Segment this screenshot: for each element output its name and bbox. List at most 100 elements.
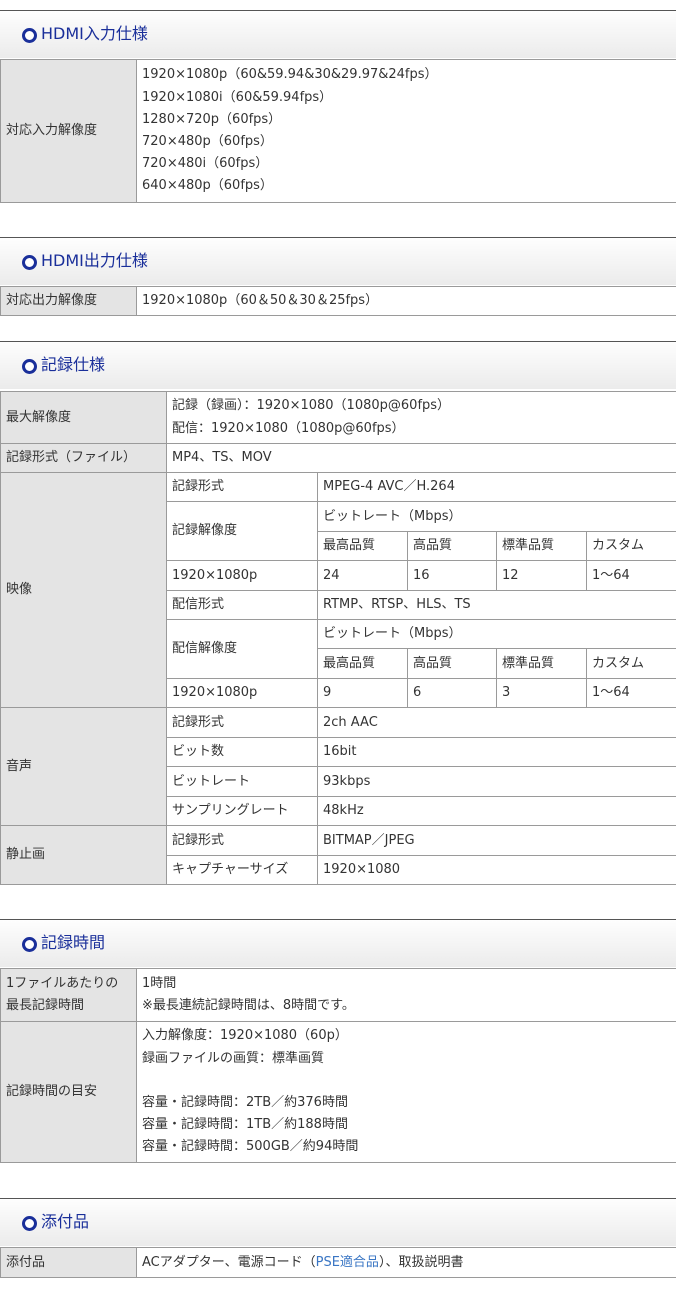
group-label-still: 静止画 — [0, 825, 167, 885]
accessories-text: ）、取扱説明書 — [378, 1254, 464, 1270]
bitrate-cell: 3 — [496, 678, 587, 708]
row-value: 1920×1080p（60&59.94&30&29.97&24fps） 1920… — [136, 59, 676, 203]
section-header-accessories: 添付品 — [0, 1198, 676, 1246]
group-label-video: 映像 — [0, 472, 167, 708]
sub-label: 配信解像度 — [166, 619, 318, 679]
max-res-line: 記録（録画）：1920×1080（1080p@60fps） — [172, 398, 451, 414]
value-line: 容量・記録時間：2TB／約376時間 — [142, 1094, 348, 1110]
row-value: 入力解像度：1920×1080（60p） 録画ファイルの画質：標準画質 容量・記… — [136, 1021, 676, 1163]
sub-value: 48kHz — [316, 796, 676, 826]
sub-label: ビット数 — [166, 737, 318, 767]
row-label: 最大解像度 — [0, 391, 167, 444]
row-value: 1920×1080p（60＆50＆30＆25fps） — [136, 286, 676, 316]
bitrate-cell: 1〜64 — [585, 678, 676, 708]
sub-value: BITMAP／JPEG — [316, 825, 676, 856]
sub-value: RTMP、RTSP、HLS、TS — [316, 590, 676, 620]
bitrate-cell: 16 — [407, 560, 497, 591]
row-label: 対応入力解像度 — [0, 59, 137, 203]
sub-label: 記録解像度 — [166, 501, 318, 561]
row-label: 1ファイルあたりの 最長記録時間 — [0, 968, 137, 1022]
table-row: 音声 記録形式 2ch AAC — [0, 707, 676, 826]
quality-header: 高品質 — [407, 648, 497, 679]
bitrate-header: ビットレート（Mbps） — [316, 501, 676, 532]
table-row: 対応出力解像度 1920×1080p（60＆50＆30＆25fps） — [0, 286, 676, 316]
resolution-cell: 1920×1080p — [166, 560, 318, 591]
row-value: 1時間 ※最長連続記録時間は、8時間です。 — [136, 968, 676, 1022]
sub-value: 1920×1080 — [316, 855, 676, 885]
table-row: 映像 記録形式 MPEG-4 AVC／H.264 — [0, 472, 676, 708]
section-header-recording-time: 記録時間 — [0, 919, 676, 967]
accessories-table: 添付品 ACアダプター、電源コード（PSE適合品）、取扱説明書 — [0, 1247, 676, 1278]
bitrate-cell: 1〜64 — [585, 560, 676, 591]
hdmi-output-table: 対応出力解像度 1920×1080p（60＆50＆30＆25fps） — [0, 286, 676, 316]
section-title: HDMI出力仕様 — [41, 251, 148, 270]
row-value: MP4、TS、MOV — [165, 443, 676, 473]
bitrate-header: ビットレート（Mbps） — [316, 619, 676, 649]
table-row: 記録形式（ファイル） MP4、TS、MOV — [0, 443, 676, 473]
resolution-item: 1920×1080i（60&59.94fps） — [142, 89, 333, 105]
recording-spec-table: 最大解像度 記録（録画）：1920×1080（1080p@60fps） 配信：1… — [0, 391, 676, 885]
sub-value: 16bit — [316, 737, 676, 767]
row-label: 対応出力解像度 — [0, 286, 137, 316]
bitrate-cell: 24 — [317, 560, 408, 591]
quality-header: 高品質 — [407, 531, 497, 561]
section-title: 添付品 — [41, 1212, 90, 1231]
sub-value: MPEG-4 AVC／H.264 — [316, 472, 676, 502]
sub-label: 記録形式 — [166, 707, 318, 738]
value-line: ※最長連続記録時間は、8時間です。 — [142, 998, 355, 1013]
sub-value: 2ch AAC — [316, 707, 676, 738]
quality-header: 標準品質 — [496, 648, 587, 679]
sub-label: 記録形式 — [166, 472, 318, 502]
hdmi-input-table: 対応入力解像度 1920×1080p（60&59.94&30&29.97&24f… — [0, 59, 676, 203]
label-line: 1ファイルあたりの — [6, 975, 119, 991]
group-label-audio: 音声 — [0, 707, 167, 826]
circle-bullet-icon — [22, 1216, 37, 1231]
table-row: 対応入力解像度 1920×1080p（60&59.94&30&29.97&24f… — [0, 59, 676, 203]
quality-header: 最高品質 — [317, 648, 408, 679]
value-line: 容量・記録時間：500GB／約94時間 — [142, 1139, 359, 1155]
bitrate-cell: 9 — [317, 678, 408, 708]
quality-header: 標準品質 — [496, 531, 587, 561]
pse-link[interactable]: PSE適合品 — [316, 1255, 379, 1270]
section-title: 記録時間 — [41, 933, 106, 952]
sub-label: ビットレート — [166, 766, 318, 797]
section-header-hdmi-input: HDMI入力仕様 — [0, 10, 676, 58]
row-value: 記録（録画）：1920×1080（1080p@60fps） 配信：1920×10… — [165, 391, 676, 444]
circle-bullet-icon — [22, 359, 37, 374]
resolution-item: 720×480i（60fps） — [142, 156, 269, 172]
quality-header: カスタム — [585, 531, 676, 561]
value-line: 録画ファイルの画質：標準画質 — [142, 1050, 325, 1066]
recording-time-table: 1ファイルあたりの 最長記録時間 1時間 ※最長連続記録時間は、8時間です。 記… — [0, 968, 676, 1163]
table-row: 静止画 記録形式 BITMAP／JPEG — [0, 825, 676, 885]
value-line: 容量・記録時間：1TB／約188時間 — [142, 1117, 348, 1133]
row-label: 添付品 — [0, 1247, 137, 1278]
accessories-text: ACアダプター、電源コード（ — [142, 1254, 316, 1270]
quality-header: 最高品質 — [317, 531, 408, 561]
quality-header: カスタム — [585, 648, 676, 679]
max-res-line: 配信：1920×1080（1080p@60fps） — [172, 420, 405, 436]
row-label: 記録形式（ファイル） — [0, 443, 167, 473]
resolution-item: 1280×720p（60fps） — [142, 111, 282, 127]
section-title: HDMI入力仕様 — [41, 24, 148, 43]
bitrate-cell: 12 — [496, 560, 587, 591]
value-line: 1時間 — [142, 975, 177, 991]
sub-value: 93kbps — [316, 766, 676, 797]
section-header-hdmi-output: HDMI出力仕様 — [0, 237, 676, 285]
resolution-item: 640×480p（60fps） — [142, 178, 273, 194]
resolution-item: 1920×1080p（60&59.94&30&29.97&24fps） — [142, 67, 438, 83]
circle-bullet-icon — [22, 937, 37, 952]
table-row: 記録時間の目安 入力解像度：1920×1080（60p） 録画ファイルの画質：標… — [0, 1021, 676, 1163]
resolution-cell: 1920×1080p — [166, 678, 318, 708]
circle-bullet-icon — [22, 28, 37, 43]
row-value: ACアダプター、電源コード（PSE適合品）、取扱説明書 — [136, 1247, 676, 1278]
section-title: 記録仕様 — [41, 355, 106, 374]
sub-label: キャプチャーサイズ — [166, 855, 318, 885]
table-row: 1ファイルあたりの 最長記録時間 1時間 ※最長連続記録時間は、8時間です。 — [0, 968, 676, 1022]
resolution-item: 720×480p（60fps） — [142, 134, 273, 149]
sub-label: 配信形式 — [166, 590, 318, 620]
circle-bullet-icon — [22, 255, 37, 270]
sub-label: 記録形式 — [166, 825, 318, 856]
bitrate-cell: 6 — [407, 678, 497, 708]
table-row: 最大解像度 記録（録画）：1920×1080（1080p@60fps） 配信：1… — [0, 391, 676, 444]
